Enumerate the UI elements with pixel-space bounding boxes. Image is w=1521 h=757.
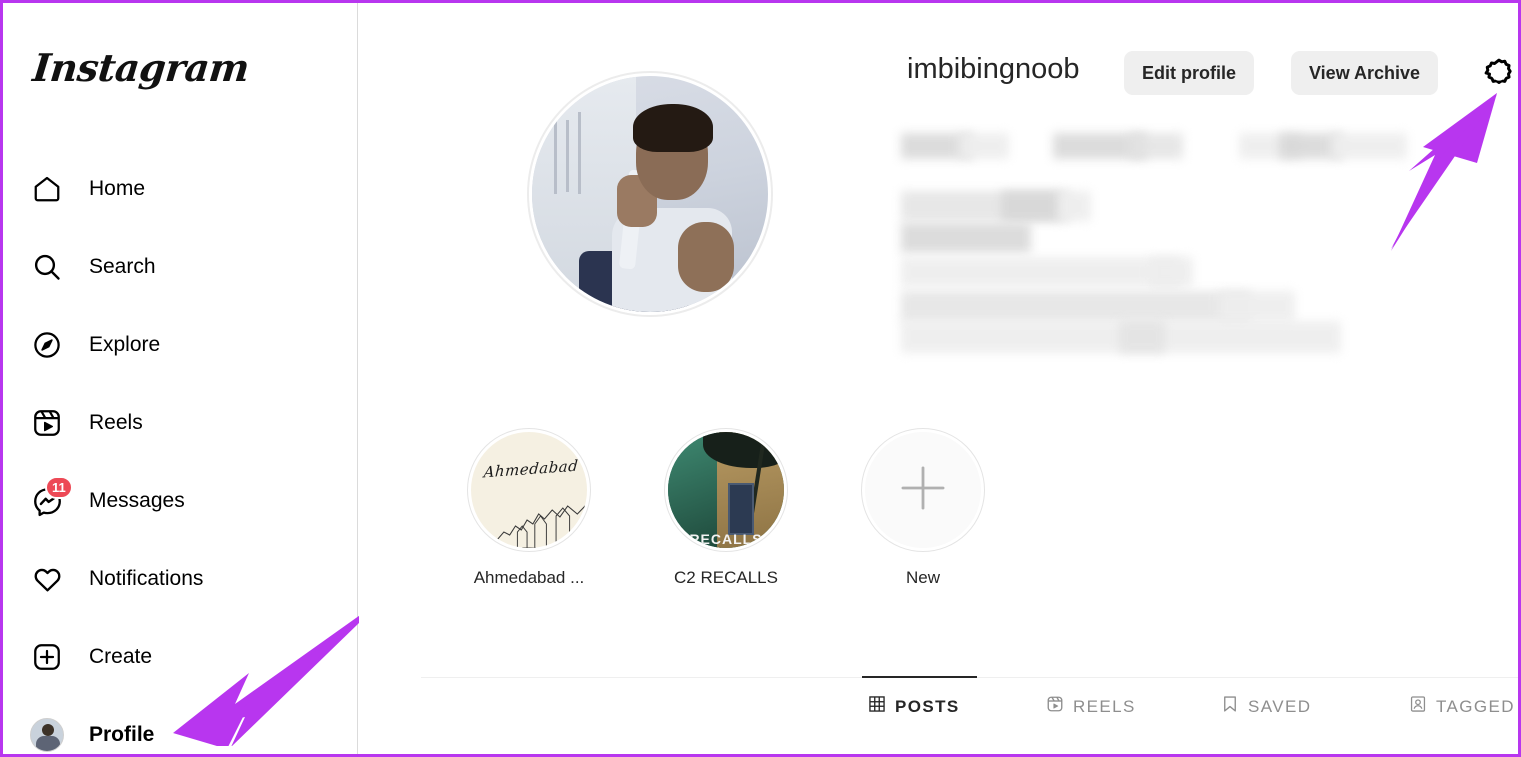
sidebar-item-label: Search bbox=[89, 255, 156, 278]
highlight-thumbnail: RECALLS bbox=[664, 428, 788, 552]
heart-icon bbox=[25, 557, 69, 601]
plus-square-icon bbox=[25, 635, 69, 679]
edit-profile-button[interactable]: Edit profile bbox=[1124, 51, 1254, 95]
sidebar-item-create[interactable]: Create bbox=[25, 631, 325, 683]
sidebar-item-search[interactable]: Search bbox=[25, 241, 325, 293]
settings-button[interactable] bbox=[1476, 51, 1518, 97]
compass-icon bbox=[25, 323, 69, 367]
sidebar-item-profile[interactable]: Profile bbox=[25, 709, 325, 754]
gear-icon bbox=[1482, 56, 1516, 93]
new-highlight-circle bbox=[861, 428, 985, 552]
highlight-label: C2 RECALLS bbox=[674, 568, 778, 587]
reels-icon bbox=[1046, 695, 1064, 718]
highlight-thumbnail: Ahmedabad bbox=[467, 428, 591, 552]
profile-main: imbibingnoob Edit profile View Archive i… bbox=[359, 3, 1518, 754]
highlight-item[interactable]: RECALLS C2 RECALLS bbox=[626, 428, 826, 588]
search-icon bbox=[25, 245, 69, 289]
tab-saved[interactable]: SAVED bbox=[1221, 695, 1311, 718]
sidebar: Instagram Home Search Explore Reels 11 M… bbox=[3, 3, 363, 754]
tab-label: SAVED bbox=[1248, 696, 1312, 716]
plus-icon bbox=[895, 460, 951, 521]
view-archive-button[interactable]: View Archive bbox=[1291, 51, 1439, 95]
sidebar-item-label: Home bbox=[89, 177, 146, 200]
tab-reels[interactable]: REELS bbox=[1046, 695, 1136, 718]
new-highlight-item[interactable]: New bbox=[823, 428, 1023, 588]
highlight-label: New bbox=[905, 568, 940, 587]
highlight-item[interactable]: Ahmedabad Ahmedabad ... bbox=[429, 428, 629, 588]
sidebar-item-label: Notifications bbox=[89, 567, 204, 590]
messages-unread-badge: 11 bbox=[45, 476, 73, 499]
sidebar-item-label: Explore bbox=[89, 333, 161, 356]
highlight-label: Ahmedabad ... bbox=[473, 568, 585, 587]
skyline-icon bbox=[471, 503, 587, 548]
tab-label: POSTS bbox=[895, 696, 960, 716]
active-tab-indicator bbox=[862, 676, 977, 678]
sidebar-item-label: Reels bbox=[89, 411, 143, 434]
profile-username: imbibingnoob bbox=[907, 53, 1080, 85]
reels-icon bbox=[25, 401, 69, 445]
profile-tabbar: POSTS REELS SAVED TAGGED bbox=[421, 676, 1518, 716]
tab-tagged[interactable]: TAGGED bbox=[1409, 695, 1515, 718]
instagram-logo[interactable]: Instagram bbox=[31, 45, 252, 90]
sidebar-item-notifications[interactable]: Notifications bbox=[25, 553, 325, 605]
sidebar-item-label: Profile bbox=[89, 723, 155, 746]
tab-label: TAGGED bbox=[1436, 696, 1515, 716]
highlight-thumb-text: Ahmedabad bbox=[483, 456, 579, 482]
home-icon bbox=[25, 167, 69, 211]
bookmark-icon bbox=[1221, 695, 1239, 718]
messenger-icon: 11 bbox=[25, 476, 73, 523]
profile-avatar bbox=[25, 713, 69, 754]
sidebar-item-explore[interactable]: Explore bbox=[25, 319, 325, 371]
highlight-thumb-text: RECALLS bbox=[689, 531, 763, 547]
sidebar-item-label: Create bbox=[89, 645, 153, 668]
sidebar-item-label: Messages bbox=[89, 489, 185, 512]
tab-posts[interactable]: POSTS bbox=[868, 695, 960, 718]
sidebar-item-messages[interactable]: 11 Messages bbox=[25, 475, 325, 527]
sidebar-item-reels[interactable]: Reels bbox=[25, 397, 325, 449]
tagged-icon bbox=[1409, 695, 1427, 718]
profile-picture[interactable] bbox=[527, 71, 773, 317]
arrow-pointing-to-settings-gear bbox=[1391, 93, 1497, 251]
tab-label: REELS bbox=[1073, 696, 1136, 716]
instagram-profile-screen: Instagram Home Search Explore Reels 11 M… bbox=[0, 0, 1521, 757]
sidebar-item-home[interactable]: Home bbox=[25, 163, 325, 215]
grid-icon bbox=[868, 695, 886, 718]
